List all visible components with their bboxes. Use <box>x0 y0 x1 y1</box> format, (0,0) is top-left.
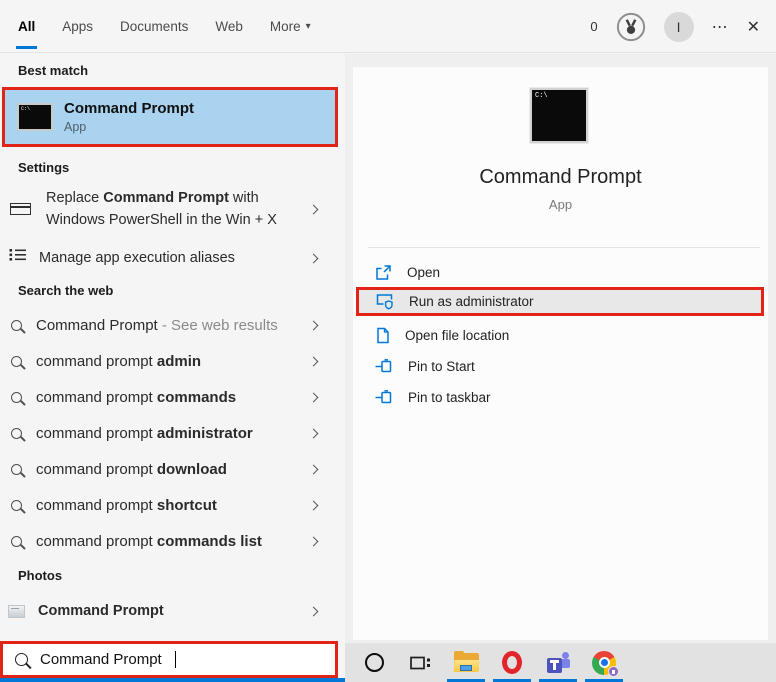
search-input[interactable]: Command Prompt <box>0 641 338 678</box>
chevron-right-icon[interactable] <box>309 392 319 402</box>
list-icon <box>9 248 27 268</box>
search-icon <box>11 356 22 367</box>
search-icon <box>11 392 22 403</box>
best-match-subtitle: App <box>64 120 86 134</box>
web-suggestion-row[interactable]: command prompt download <box>0 453 345 485</box>
file-location-icon <box>375 327 390 344</box>
chevron-right-icon[interactable] <box>309 320 319 330</box>
search-icon <box>11 536 22 547</box>
more-options-icon[interactable]: ⋯ <box>712 17 729 37</box>
tab-all[interactable]: All <box>18 0 35 53</box>
close-icon[interactable]: ✕ <box>747 17 760 37</box>
web-suggestion-row[interactable]: Command Prompt - See web results <box>0 309 345 341</box>
actions-divider <box>368 247 760 248</box>
task-view-icon <box>410 654 431 672</box>
command-prompt-icon-large: C:\ <box>530 88 588 143</box>
chevron-right-icon[interactable] <box>309 428 319 438</box>
chevron-right-icon[interactable] <box>309 464 319 474</box>
chevron-right-icon[interactable] <box>309 536 319 546</box>
chrome-icon <box>592 651 616 675</box>
run-as-admin-shield-icon <box>376 293 394 310</box>
web-suggestion-row[interactable]: command prompt admin <box>0 345 345 377</box>
taskbar-file-explorer-button[interactable] <box>443 643 489 682</box>
cortana-icon <box>365 653 384 672</box>
user-avatar[interactable]: I <box>664 12 694 42</box>
text-caret <box>175 651 177 668</box>
search-icon <box>15 653 28 666</box>
chevron-down-icon: ▾ <box>306 21 311 32</box>
settings-header: Settings <box>18 160 69 175</box>
search-icon <box>11 464 22 475</box>
settings-item-replace-cmd[interactable]: Replace Command Prompt with Windows Powe… <box>0 184 345 234</box>
rewards-count: 0 <box>590 19 597 34</box>
cmd-icon-text: C:\ <box>535 92 548 100</box>
chevron-right-icon[interactable] <box>309 500 319 510</box>
taskbar-opera-button[interactable] <box>489 643 535 682</box>
web-suggestion-row[interactable]: command prompt commands list <box>0 525 345 557</box>
best-match-title: Command Prompt <box>64 99 194 118</box>
action-run-as-administrator[interactable]: Run as administrator <box>356 287 764 316</box>
search-box-accent-strip <box>0 678 345 682</box>
pin-icon <box>375 359 393 374</box>
topbar-actions: 0 I ⋯ ✕ <box>590 0 760 53</box>
tab-more-label: More <box>270 19 301 34</box>
pin-icon <box>375 390 393 405</box>
teams-icon <box>547 652 570 674</box>
taskbar-chrome-button[interactable] <box>581 643 627 682</box>
search-web-header: Search the web <box>18 283 113 298</box>
action-pin-to-start[interactable]: Pin to Start <box>353 352 768 380</box>
chevron-right-icon[interactable] <box>309 356 319 366</box>
action-pin-to-taskbar[interactable]: Pin to taskbar <box>353 383 768 411</box>
search-icon <box>11 428 22 439</box>
window-icon <box>10 203 31 215</box>
preview-app-subtitle: App <box>353 197 768 212</box>
open-icon <box>375 264 392 281</box>
tab-more[interactable]: More ▾ <box>270 0 311 53</box>
web-suggestion-row[interactable]: command prompt administrator <box>0 417 345 449</box>
best-match-result[interactable]: C:\ Command Prompt App <box>2 87 338 147</box>
search-icon <box>11 500 22 511</box>
rewards-medal-icon[interactable] <box>616 12 646 42</box>
web-suggestion-row[interactable]: command prompt commands <box>0 381 345 413</box>
file-explorer-icon <box>454 653 479 672</box>
cmd-icon-text: C:\ <box>21 106 30 112</box>
action-open-file-location[interactable]: Open file location <box>353 321 768 349</box>
action-open[interactable]: Open <box>353 258 768 286</box>
chevron-right-icon[interactable] <box>309 204 319 214</box>
best-match-header: Best match <box>18 63 88 78</box>
chevron-right-icon[interactable] <box>309 253 319 263</box>
taskbar <box>345 643 776 682</box>
opera-icon <box>502 651 522 674</box>
taskbar-cortana-button[interactable] <box>351 643 397 682</box>
photos-result-row[interactable]: Command Prompt <box>0 596 345 626</box>
settings-item-manage-aliases[interactable]: Manage app execution aliases <box>0 243 345 273</box>
photo-thumbnail-icon <box>8 605 25 618</box>
web-suggestion-row[interactable]: command prompt shortcut <box>0 489 345 521</box>
tab-documents[interactable]: Documents <box>120 0 188 53</box>
taskbar-teams-button[interactable] <box>535 643 581 682</box>
search-input-value: Command Prompt <box>40 651 162 668</box>
chevron-right-icon[interactable] <box>309 606 319 616</box>
tab-apps[interactable]: Apps <box>62 0 93 53</box>
taskbar-task-view-button[interactable] <box>397 643 443 682</box>
command-prompt-icon: C:\ <box>17 103 53 131</box>
photos-header: Photos <box>18 568 62 583</box>
tab-web[interactable]: Web <box>215 0 243 53</box>
preview-app-title: Command Prompt <box>353 166 768 189</box>
chrome-profile-lock-badge <box>608 666 619 677</box>
search-icon <box>11 320 22 331</box>
